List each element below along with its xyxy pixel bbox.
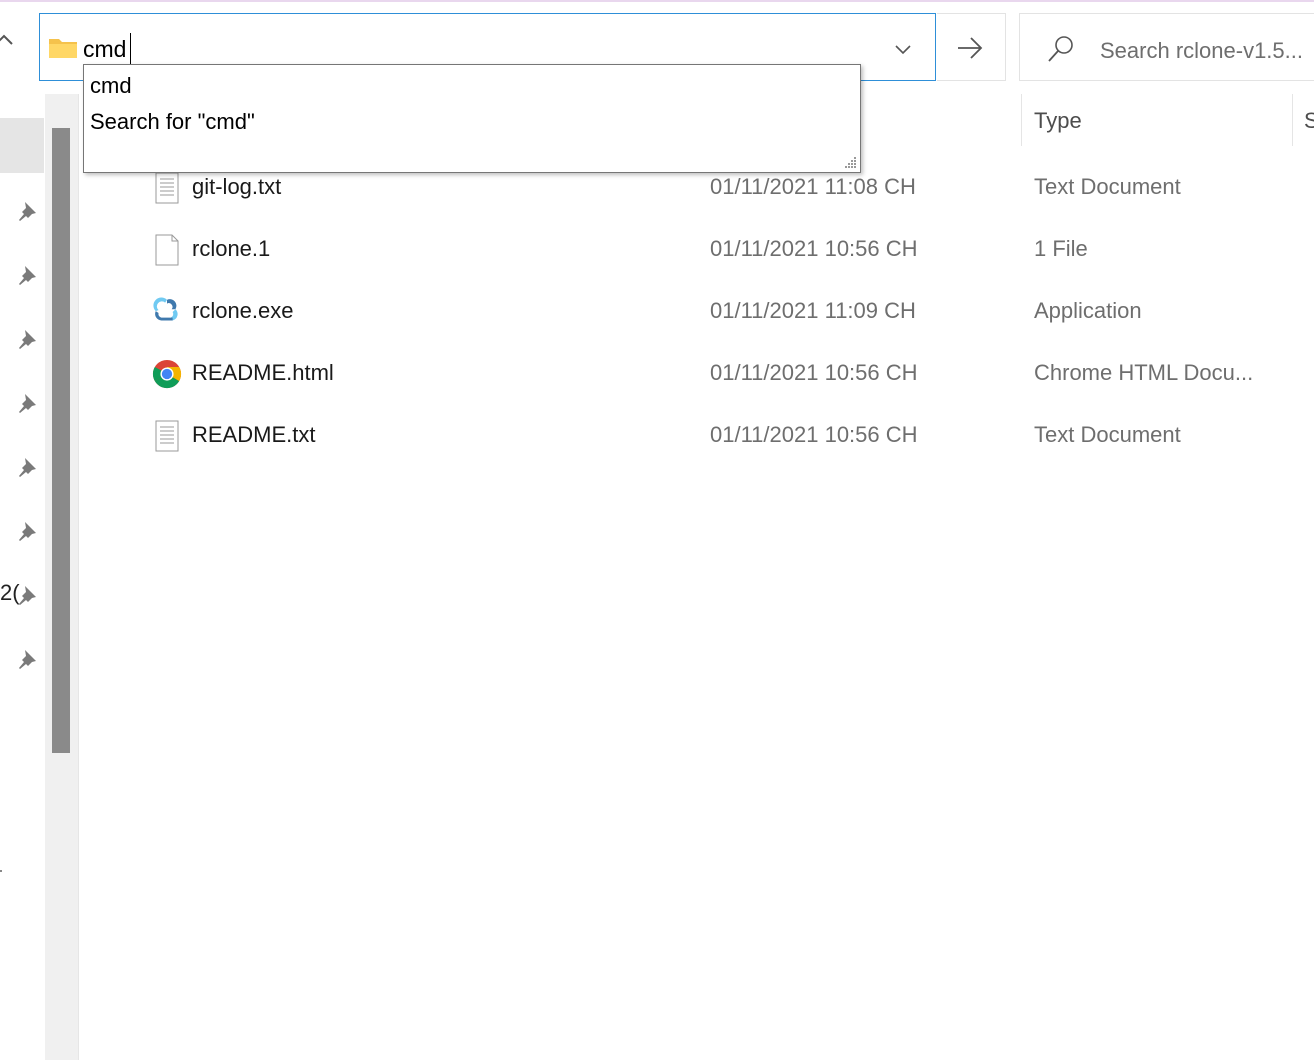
file-name: rclone.exe	[192, 298, 294, 323]
scrollbar-thumb[interactable]	[52, 128, 70, 753]
autocomplete-item-search[interactable]: Search for "cmd"	[90, 109, 255, 135]
nav-dot	[0, 870, 2, 872]
file-type: Chrome HTML Docu...	[1034, 360, 1254, 385]
go-button[interactable]	[937, 13, 1006, 81]
file-row[interactable]: README.html 01/11/2021 10:56 CH Chrome H…	[80, 342, 1314, 404]
file-row[interactable]: rclone.1 01/11/2021 10:56 CH 1 File	[80, 218, 1314, 280]
navigation-pane	[0, 94, 44, 1060]
search-placeholder: Search rclone-v1.5...	[1100, 38, 1303, 63]
file-type: Text Document	[1034, 422, 1181, 447]
autocomplete-dropdown: cmd Search for "cmd"	[83, 64, 861, 173]
text-file-icon	[155, 172, 179, 204]
file-type: Application	[1034, 298, 1142, 323]
file-name: README.html	[192, 360, 334, 385]
pin-icon[interactable]	[16, 648, 38, 670]
nav-item-label-truncated: 2(	[0, 580, 20, 605]
file-row[interactable]: rclone.exe 01/11/2021 11:09 CH Applicati…	[80, 280, 1314, 342]
file-date: 01/11/2021 10:56 CH	[710, 422, 918, 447]
file-type: 1 File	[1034, 236, 1088, 261]
address-input[interactable]	[83, 34, 853, 64]
text-caret	[130, 33, 131, 65]
file-date: 01/11/2021 10:56 CH	[710, 236, 918, 261]
autocomplete-item[interactable]: cmd	[90, 73, 132, 99]
file-date: 01/11/2021 11:08 CH	[710, 174, 916, 199]
pin-icon[interactable]	[16, 520, 38, 542]
column-header-type[interactable]: Type	[1034, 108, 1082, 134]
column-header-size[interactable]: S	[1304, 108, 1314, 134]
file-name: README.txt	[192, 422, 316, 447]
chrome-icon	[152, 359, 182, 389]
up-arrow-icon[interactable]	[0, 30, 14, 60]
pin-icon[interactable]	[16, 200, 38, 222]
pin-icon[interactable]	[16, 264, 38, 286]
text-file-icon	[155, 420, 179, 452]
file-name: rclone.1	[192, 236, 271, 261]
nav-item-selected[interactable]	[0, 118, 44, 173]
arrow-right-icon	[958, 37, 983, 59]
file-date: 01/11/2021 11:09 CH	[710, 298, 916, 323]
file-name: git-log.txt	[192, 174, 282, 199]
folder-icon	[49, 39, 77, 58]
pin-icon[interactable]	[16, 456, 38, 478]
rclone-app-icon	[153, 297, 178, 321]
search-box[interactable]: Search rclone-v1.5...	[1019, 13, 1314, 81]
pin-icon[interactable]	[16, 328, 38, 350]
file-type: Text Document	[1034, 174, 1181, 199]
search-icon	[1048, 36, 1073, 62]
pin-icon[interactable]	[16, 392, 38, 414]
file-date: 01/11/2021 10:56 CH	[710, 360, 918, 385]
chevron-down-icon[interactable]	[892, 38, 914, 60]
blank-file-icon	[155, 234, 179, 266]
column-divider[interactable]	[1292, 94, 1293, 146]
resize-grip-icon[interactable]	[843, 155, 857, 169]
file-row[interactable]: README.txt 01/11/2021 10:56 CH Text Docu…	[80, 404, 1314, 466]
column-divider[interactable]	[1021, 94, 1022, 146]
